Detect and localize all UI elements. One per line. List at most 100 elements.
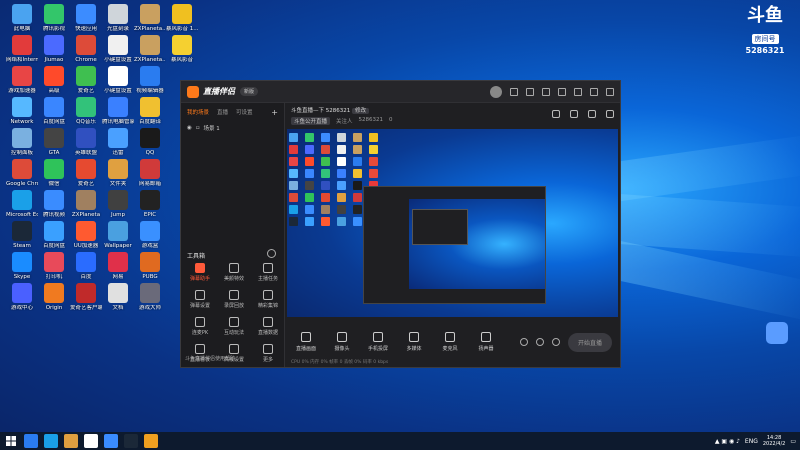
desktop-icon[interactable]: 英雄联盟 <box>70 128 102 156</box>
desktop-icon[interactable]: 视频编辑器 <box>134 66 166 94</box>
desktop-icon[interactable]: Google Chrome <box>6 159 38 187</box>
control-microphone[interactable]: 麦克风 <box>437 332 463 352</box>
desktop-icon[interactable]: 光盘刻录 <box>102 4 134 32</box>
notification-icon[interactable]: ▭ <box>790 438 796 445</box>
desktop-icon[interactable]: 百度翻译 <box>134 97 166 125</box>
settings-icon[interactable] <box>526 87 534 96</box>
desktop-icon[interactable]: 腾讯电脑管家 <box>102 97 134 125</box>
desktop-icon[interactable]: 此电脑 <box>6 4 38 32</box>
tool-item[interactable]: 连麦PK <box>183 317 217 336</box>
desktop-icon[interactable]: Skype <box>6 252 38 280</box>
gift-icon[interactable] <box>552 110 560 118</box>
tab-scenes[interactable]: 我的场景 <box>187 108 209 117</box>
desktop-icon[interactable]: Wallpaper <box>102 221 134 249</box>
avatar[interactable] <box>490 85 502 98</box>
maximize-icon[interactable] <box>590 87 598 96</box>
tool-item[interactable]: 更多 <box>251 344 285 363</box>
tools-more-icon[interactable] <box>267 249 276 258</box>
desktop-icon[interactable]: 文件夹 <box>102 159 134 187</box>
taskbar-app-icon[interactable] <box>144 434 158 448</box>
tool-item[interactable]: 精彩集锦 <box>251 290 285 309</box>
tool-item[interactable]: 主播任务 <box>251 263 285 282</box>
desktop-icon[interactable]: Chrome <box>70 35 102 63</box>
tool-item[interactable]: 美颜特效 <box>217 263 251 282</box>
windows-start-icon[interactable] <box>4 434 18 448</box>
eye-icon[interactable]: ◉ <box>187 125 192 131</box>
desktop-icon[interactable]: 网易邮箱 <box>134 159 166 187</box>
desktop-icon[interactable]: PUBG <box>134 252 166 280</box>
close-icon[interactable] <box>606 87 614 96</box>
stream-preview[interactable] <box>287 129 618 339</box>
desktop-icon[interactable]: 爱奇艺客户端 <box>70 283 102 311</box>
desktop-icon[interactable]: 暴风影音 1... <box>166 4 198 32</box>
tool-item[interactable]: 直播数据 <box>251 317 285 336</box>
desktop-icon[interactable]: 爱奇艺 <box>70 66 102 94</box>
desktop-icon[interactable]: 迅雷 <box>102 128 134 156</box>
desktop-icon[interactable]: Steam <box>6 221 38 249</box>
help-link[interactable]: 斗鱼直播伴侣使用帮助 <box>185 355 235 362</box>
taskbar-app-icon[interactable] <box>104 434 118 448</box>
control-screen-capture[interactable]: 直播画面 <box>293 332 319 352</box>
tab-live[interactable]: 直播 <box>217 108 228 117</box>
tray-icons[interactable]: ▲ ▣ ◉ ♪ <box>715 438 740 445</box>
version-badge[interactable]: 新版 <box>240 87 259 96</box>
gear-icon[interactable] <box>551 338 560 346</box>
minimize-icon[interactable] <box>574 87 582 96</box>
skin-icon[interactable] <box>542 87 550 96</box>
share-screen-icon[interactable] <box>570 110 578 118</box>
taskbar-app-icon[interactable] <box>44 434 58 448</box>
menu-icon[interactable] <box>558 87 566 96</box>
desktop-icon[interactable]: 高级 <box>38 66 70 94</box>
control-media[interactable]: 多媒体 <box>401 332 427 352</box>
taskbar-app-icon[interactable] <box>124 434 138 448</box>
desktop-icon[interactable]: 打印机 <box>38 252 70 280</box>
desktop-icon[interactable]: 百度 <box>70 252 102 280</box>
desktop-icon[interactable]: UU加速器 <box>70 221 102 249</box>
desktop-icon[interactable]: 腾讯影视 <box>38 4 70 32</box>
desktop-icon[interactable]: Microsoft Edge <box>6 190 38 218</box>
timer-icon[interactable] <box>535 338 544 346</box>
taskbar-app-icon[interactable] <box>84 434 98 448</box>
language-indicator[interactable]: ENG <box>745 438 758 445</box>
desktop-icon[interactable]: 游戏大师 <box>134 283 166 311</box>
desktop-icon[interactable]: 微信 <box>38 159 70 187</box>
desktop-icon[interactable]: 游戏中心 <box>6 283 38 311</box>
share-icon[interactable] <box>606 110 614 118</box>
desktop-icon[interactable]: QQ音乐 <box>70 97 102 125</box>
desktop-icon[interactable]: ZXPlaneta... <box>134 4 166 32</box>
record-icon[interactable] <box>519 338 528 346</box>
add-scene-icon[interactable]: + <box>271 108 278 117</box>
tool-item[interactable]: 弹幕设置 <box>183 290 217 309</box>
lock-icon[interactable]: ▫ <box>196 125 200 131</box>
tool-item[interactable]: 互动玩法 <box>217 317 251 336</box>
desktop-icon[interactable]: 文档 <box>102 283 134 311</box>
message-icon[interactable] <box>510 87 518 96</box>
desktop-icon[interactable]: 小键盘设置 <box>102 35 134 63</box>
desktop-icon[interactable]: ZXPlaneta... <box>134 35 166 63</box>
control-camera[interactable]: 摄像头 <box>329 332 355 352</box>
tool-item[interactable]: 录屏回放 <box>217 290 251 309</box>
category-tag[interactable]: 斗鱼公开直播 <box>291 117 331 125</box>
bell-icon[interactable] <box>588 110 596 118</box>
taskbar-app-icon[interactable] <box>64 434 78 448</box>
clock[interactable]: 14:28 2022/4/2 <box>763 435 785 447</box>
desktop-icon[interactable]: 百度网盘 <box>38 221 70 249</box>
desktop-icon[interactable]: 暴风影音 <box>166 35 198 63</box>
desktop-icon[interactable]: Jiumao <box>38 35 70 63</box>
tool-item[interactable]: 弹幕助手 <box>183 263 217 282</box>
desktop-icon[interactable]: 腾讯视频 <box>38 190 70 218</box>
edit-room-button[interactable]: 修改 <box>352 108 370 114</box>
desktop-icon[interactable]: GTA <box>38 128 70 156</box>
taskbar-app-icon[interactable] <box>24 434 38 448</box>
desktop-icon[interactable]: ZXPlaneta <box>70 190 102 218</box>
desktop-icon[interactable]: Origin <box>38 283 70 311</box>
control-phone-cast[interactable]: 手机投屏 <box>365 332 391 352</box>
desktop-icon[interactable]: EPIC <box>134 190 166 218</box>
desktop-icon[interactable]: 网络和Internet <box>6 35 38 63</box>
desktop-icon[interactable]: 爱奇艺 <box>70 159 102 187</box>
control-speaker[interactable]: 扬声器 <box>473 332 499 352</box>
desktop-icon[interactable]: 快速应用 <box>70 4 102 32</box>
desktop-icon[interactable]: 网易 <box>102 252 134 280</box>
desktop-icon[interactable]: Network <box>6 97 38 125</box>
floating-helper-icon[interactable] <box>766 322 788 344</box>
